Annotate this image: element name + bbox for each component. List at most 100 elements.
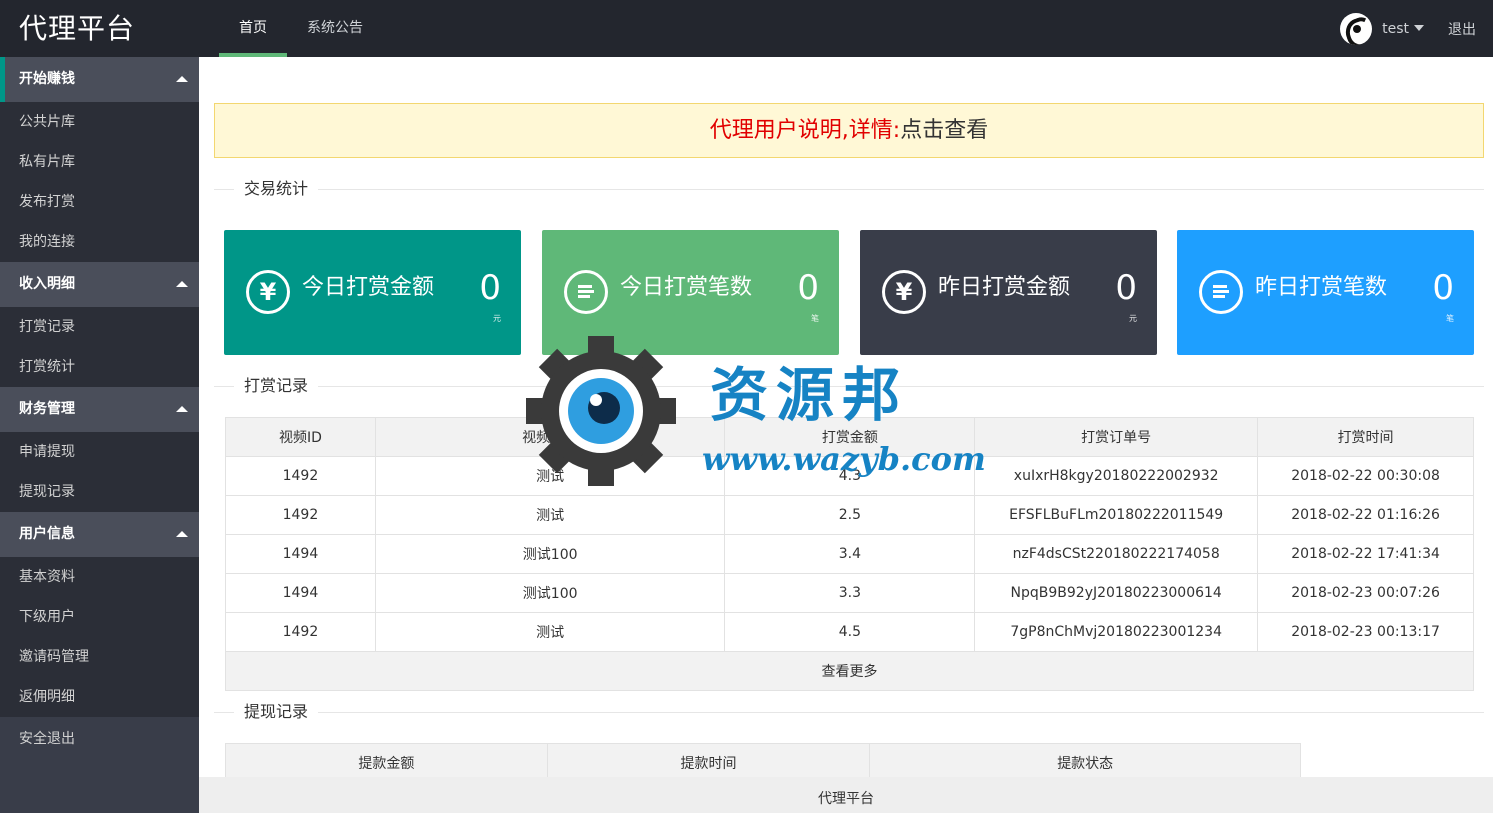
section-label: 提现记录 xyxy=(234,702,319,722)
cell-amount: 2.5 xyxy=(724,495,976,535)
sidebar-item-sub-users[interactable]: 下级用户 xyxy=(0,597,199,637)
logout-link[interactable]: 退出 xyxy=(1448,19,1476,39)
avatar[interactable] xyxy=(1340,12,1373,45)
divider xyxy=(214,712,1484,713)
table-row: 1494 测试100 3.4 nzF4dsCSt220180222174058 … xyxy=(225,534,1474,574)
table-row: 1492 测试 4.5 7gP8nChMvj20180223001234 201… xyxy=(225,612,1474,652)
sidebar-group-label: 收入明细 xyxy=(19,276,75,292)
stat-unit: 元 xyxy=(1129,314,1137,323)
column-header: 打赏订单号 xyxy=(974,417,1259,457)
cell-video-name: 测试 xyxy=(374,612,726,652)
column-header: 提款时间 xyxy=(546,743,871,777)
sidebar-item-invite-codes[interactable]: 邀请码管理 xyxy=(0,637,199,677)
cell-video-id: 1492 xyxy=(225,612,376,652)
cell-video-id: 1492 xyxy=(225,456,376,496)
cell-order-no: NpqB9B92yJ20180223000614 xyxy=(974,573,1259,613)
section-title-withdraw: 提现记录 xyxy=(214,702,1484,722)
cell-amount: 3.3 xyxy=(724,573,976,613)
cell-video-name: 测试 xyxy=(374,456,726,496)
nav-announcements[interactable]: 系统公告 xyxy=(287,0,383,57)
notice-link[interactable]: 点击查看 xyxy=(900,118,988,143)
stat-card-yesterday-amount[interactable]: ¥ 昨日打赏金额 0 元 xyxy=(860,230,1157,355)
sidebar-item-reward-stats[interactable]: 打赏统计 xyxy=(0,347,199,387)
column-header: 视频名称 xyxy=(374,417,726,457)
stat-unit: 笔 xyxy=(1446,314,1454,323)
stat-label: 今日打赏金额 xyxy=(302,275,435,300)
divider xyxy=(214,386,1484,387)
cell-order-no: nzF4dsCSt220180222174058 xyxy=(974,534,1259,574)
withdraw-records-table: 提款金额 提款时间 提款状态 xyxy=(225,743,1301,777)
stat-label: 昨日打赏金额 xyxy=(938,275,1071,300)
stat-label: 昨日打赏笔数 xyxy=(1255,275,1388,300)
sidebar-group-start-earning[interactable]: 开始赚钱 xyxy=(0,57,199,102)
section-title-records: 打赏记录 xyxy=(214,376,1484,396)
sidebar-item-apply-withdraw[interactable]: 申请提现 xyxy=(0,432,199,472)
user-area: test 退出 xyxy=(1340,0,1493,57)
sidebar: 开始赚钱 公共片库 私有片库 发布打赏 我的连接 收入明细 打赏记录 打赏统计 … xyxy=(0,57,199,813)
sidebar-item-basic-profile[interactable]: 基本资料 xyxy=(0,557,199,597)
nav-home[interactable]: 首页 xyxy=(219,0,287,57)
top-nav: 首页 系统公告 xyxy=(219,0,383,57)
section-title-stats: 交易统计 xyxy=(214,179,1484,199)
sidebar-group-user-info[interactable]: 用户信息 xyxy=(0,512,199,557)
sidebar-group-finance[interactable]: 财务管理 xyxy=(0,387,199,432)
sidebar-group-label: 开始赚钱 xyxy=(19,71,75,87)
app-logo[interactable]: 代理平台 xyxy=(19,12,135,46)
stat-value: 0 xyxy=(1432,268,1454,308)
divider xyxy=(214,189,1484,190)
stat-unit: 笔 xyxy=(811,314,819,323)
triangle-up-icon xyxy=(176,281,188,287)
yen-icon: ¥ xyxy=(882,270,926,314)
top-header: 代理平台 首页 系统公告 test 退出 xyxy=(0,0,1493,57)
sidebar-item-publish-reward[interactable]: 发布打赏 xyxy=(0,182,199,222)
cell-time: 2018-02-23 00:13:17 xyxy=(1257,612,1474,652)
cell-amount: 3.4 xyxy=(724,534,976,574)
column-header: 提款状态 xyxy=(869,743,1301,777)
stat-card-today-amount[interactable]: ¥ 今日打赏金额 0 元 xyxy=(224,230,521,355)
triangle-up-icon xyxy=(176,531,188,537)
notice-banner: 代理用户说明,详情:点击查看 xyxy=(214,103,1484,158)
view-more-button[interactable]: 查看更多 xyxy=(225,651,1474,691)
main-content: 代理用户说明,详情:点击查看 交易统计 ¥ 今日打赏金额 0 元 今日打赏笔数 … xyxy=(199,57,1493,777)
section-label: 交易统计 xyxy=(234,179,319,199)
cell-amount: 4.5 xyxy=(724,612,976,652)
cell-video-id: 1492 xyxy=(225,495,376,535)
column-header: 打赏时间 xyxy=(1257,417,1474,457)
cell-order-no: EFSFLBuFLm20180222011549 xyxy=(974,495,1259,535)
sidebar-group-income[interactable]: 收入明细 xyxy=(0,262,199,307)
sidebar-item-withdraw-records[interactable]: 提现记录 xyxy=(0,472,199,512)
sidebar-item-private-library[interactable]: 私有片库 xyxy=(0,142,199,182)
cell-order-no: xuIxrH8kgy20180222002932 xyxy=(974,456,1259,496)
cell-time: 2018-02-22 17:41:34 xyxy=(1257,534,1474,574)
cell-video-name: 测试 xyxy=(374,495,726,535)
reward-records-table: 视频ID 视频名称 打赏金额 打赏订单号 打赏时间 1492 测试 4.3 xu… xyxy=(225,417,1474,691)
sidebar-item-reward-records[interactable]: 打赏记录 xyxy=(0,307,199,347)
table-row: 1492 测试 4.3 xuIxrH8kgy20180222002932 201… xyxy=(225,456,1474,496)
table-row: 1494 测试100 3.3 NpqB9B92yJ20180223000614 … xyxy=(225,573,1474,613)
cell-video-name: 测试100 xyxy=(374,573,726,613)
column-header: 提款金额 xyxy=(225,743,548,777)
column-header: 打赏金额 xyxy=(724,417,976,457)
sidebar-item-public-library[interactable]: 公共片库 xyxy=(0,102,199,142)
stat-unit: 元 xyxy=(493,314,501,323)
stat-value: 0 xyxy=(797,268,819,308)
section-label: 打赏记录 xyxy=(234,376,319,396)
stat-card-today-count[interactable]: 今日打赏笔数 0 笔 xyxy=(542,230,839,355)
username: test xyxy=(1382,20,1409,37)
cell-order-no: 7gP8nChMvj20180223001234 xyxy=(974,612,1259,652)
page-footer: 代理平台 xyxy=(199,777,1493,813)
list-icon xyxy=(564,270,608,314)
stats-cards: ¥ 今日打赏金额 0 元 今日打赏笔数 0 笔 ¥ 昨日打赏金额 0 元 昨日打… xyxy=(224,230,1474,355)
stat-card-yesterday-count[interactable]: 昨日打赏笔数 0 笔 xyxy=(1177,230,1474,355)
stat-value: 0 xyxy=(1115,268,1137,308)
user-menu[interactable]: test xyxy=(1382,21,1424,37)
cell-time: 2018-02-23 00:07:26 xyxy=(1257,573,1474,613)
stat-label: 今日打赏笔数 xyxy=(620,275,753,300)
cell-video-id: 1494 xyxy=(225,534,376,574)
sidebar-item-safe-exit[interactable]: 安全退出 xyxy=(0,717,199,762)
sidebar-item-my-links[interactable]: 我的连接 xyxy=(0,222,199,262)
caret-down-icon xyxy=(1414,24,1424,31)
yen-icon: ¥ xyxy=(246,270,290,314)
sidebar-item-commission-details[interactable]: 返佣明细 xyxy=(0,677,199,717)
notice-text: 代理用户说明,详情: xyxy=(709,118,901,143)
